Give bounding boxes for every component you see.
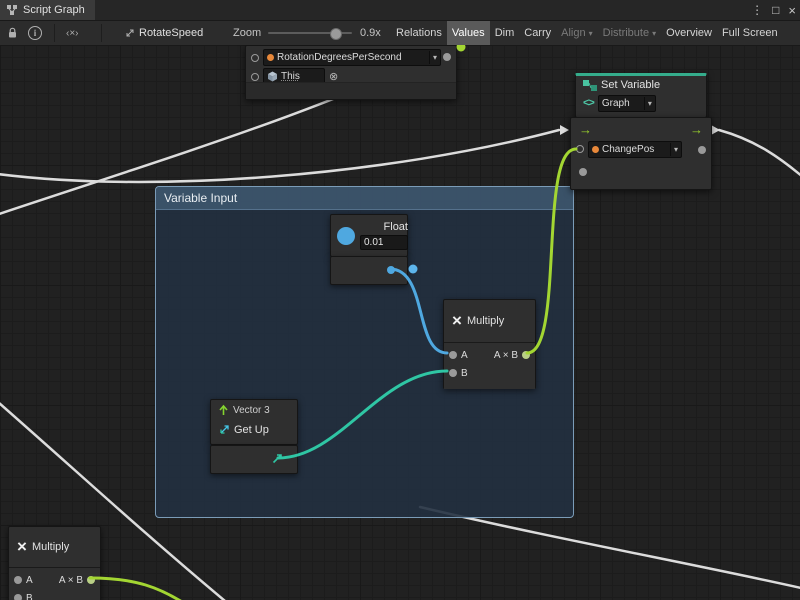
input-port-b[interactable] — [449, 369, 457, 377]
value-dot-green — [457, 45, 466, 52]
node-footer — [246, 82, 456, 99]
vector3-output-port[interactable] — [271, 452, 284, 465]
output-port[interactable] — [579, 168, 587, 176]
input-port-a[interactable] — [449, 351, 457, 359]
toolbar-separator — [54, 24, 55, 42]
values-button[interactable]: Values — [447, 21, 490, 45]
multiply-icon: × — [17, 538, 27, 555]
chevron-down-icon: ▾ — [589, 29, 593, 38]
node-float-literal[interactable]: Float 0.01 — [330, 214, 408, 257]
carry-button[interactable]: Carry — [519, 21, 556, 45]
close-icon[interactable]: × — [788, 3, 796, 18]
node-multiply[interactable]: × Multiply A A × B B — [443, 299, 536, 389]
node-title: Float — [384, 221, 408, 233]
node-multiply-2[interactable]: × Multiply A A × B B — [8, 526, 101, 600]
chevron-down-icon[interactable]: ▾ — [429, 51, 439, 64]
vector3-icon — [218, 404, 229, 416]
multiply-icon: × — [452, 312, 462, 329]
node-title: Get Up — [234, 424, 269, 436]
chevron-down-icon[interactable]: ▾ — [644, 97, 654, 110]
flow-input-arrow[interactable]: → — [579, 123, 592, 136]
wire-white-1 — [0, 130, 559, 182]
kind-icon: <> — [583, 97, 594, 109]
flow-wire-arrow-in — [560, 125, 569, 135]
graph-canvas[interactable]: Variable Input RotationDegreesPerSecond … — [0, 45, 800, 600]
full-screen-button[interactable]: Full Screen — [717, 21, 783, 45]
align-button[interactable]: Align ▾ — [556, 21, 597, 45]
zoom-value: 0.9x — [360, 21, 381, 45]
cube-icon — [267, 71, 278, 82]
variable-dot — [592, 146, 599, 153]
float-icon — [337, 227, 355, 245]
graph-crosshair-icon — [124, 21, 136, 45]
variable-dropdown[interactable]: RotationDegreesPerSecond ▾ — [263, 49, 441, 66]
vector3-port-strip — [210, 445, 298, 474]
distribute-button[interactable]: Distribute ▾ — [598, 21, 661, 45]
wire-white-3 — [719, 130, 800, 183]
flow-output-arrow[interactable]: → — [690, 123, 703, 136]
float-value-input[interactable]: 0.01 — [360, 235, 408, 250]
titlebar: Script Graph ⋮ □ × — [0, 0, 800, 21]
input-port[interactable] — [576, 145, 584, 153]
chevron-down-icon[interactable]: ▾ — [670, 143, 680, 156]
input-port[interactable] — [251, 73, 259, 81]
graph-name[interactable]: RotateSpeed — [139, 21, 203, 45]
wire-green-top — [461, 45, 478, 47]
dim-button[interactable]: Dim — [490, 21, 520, 45]
node-title: Set Variable — [601, 79, 660, 91]
window-controls: ⋮ □ × — [751, 0, 796, 20]
maximize-icon[interactable]: □ — [772, 3, 779, 17]
script-graph-window: Script Graph ⋮ □ × i ‹×› Rota — [0, 0, 800, 600]
wire-white-5 — [420, 507, 800, 590]
tab-label: Script Graph — [23, 4, 85, 16]
node-title: Multiply — [32, 541, 69, 553]
group-header[interactable]: Variable Input — [156, 187, 573, 210]
node-set-variable[interactable]: Set Variable <> Graph ▾ → → — [570, 73, 710, 188]
code-view-icon[interactable]: ‹×› — [66, 21, 79, 45]
toolbar-buttons: Relations Values Dim Carry Align ▾ Distr… — [391, 21, 783, 45]
overview-button[interactable]: Overview — [661, 21, 717, 45]
node-vector3-get-up[interactable]: Vector 3 Get Up — [210, 399, 298, 445]
node-get-variable[interactable]: RotationDegreesPerSecond ▾ This ⊗ — [245, 45, 457, 100]
input-port-a[interactable] — [14, 576, 22, 584]
chevron-down-icon: ▾ — [652, 29, 656, 38]
zoom-slider[interactable] — [268, 21, 352, 45]
group-title: Variable Input — [164, 191, 237, 205]
flow-wire-arrow-out — [711, 125, 720, 135]
output-port[interactable] — [443, 53, 451, 61]
relations-button[interactable]: Relations — [391, 21, 447, 45]
float-port-strip — [330, 256, 408, 285]
zoom-label: Zoom — [233, 21, 261, 45]
zoom-slider-track[interactable] — [268, 32, 352, 34]
toolbar-separator — [101, 24, 102, 42]
lock-icon[interactable] — [7, 21, 18, 45]
output-port-result[interactable] — [522, 351, 530, 359]
graph-toolbar: i ‹×› RotateSpeed Zoom 0.9x Relations — [0, 21, 800, 46]
type-label: Vector 3 — [233, 405, 270, 416]
input-port-b[interactable] — [14, 594, 22, 600]
script-graph-icon — [6, 4, 18, 16]
wire-green-bottom — [90, 578, 190, 600]
input-port[interactable] — [251, 54, 259, 62]
scope-dropdown[interactable]: Graph ▾ — [598, 95, 656, 112]
tab-script-graph[interactable]: Script Graph — [0, 0, 95, 20]
set-variable-icon — [583, 80, 597, 91]
output-port[interactable] — [698, 146, 706, 154]
float-output-port[interactable] — [387, 266, 395, 274]
info-icon[interactable]: i — [28, 21, 42, 45]
menu-icon[interactable]: ⋮ — [751, 3, 763, 17]
variable-dropdown[interactable]: ChangePos ▾ — [588, 141, 682, 158]
variable-dot — [267, 54, 274, 61]
output-port-result[interactable] — [87, 576, 95, 584]
node-title: Multiply — [467, 315, 504, 327]
get-up-arrows-icon — [218, 424, 230, 436]
zoom-slider-handle[interactable] — [330, 28, 342, 40]
